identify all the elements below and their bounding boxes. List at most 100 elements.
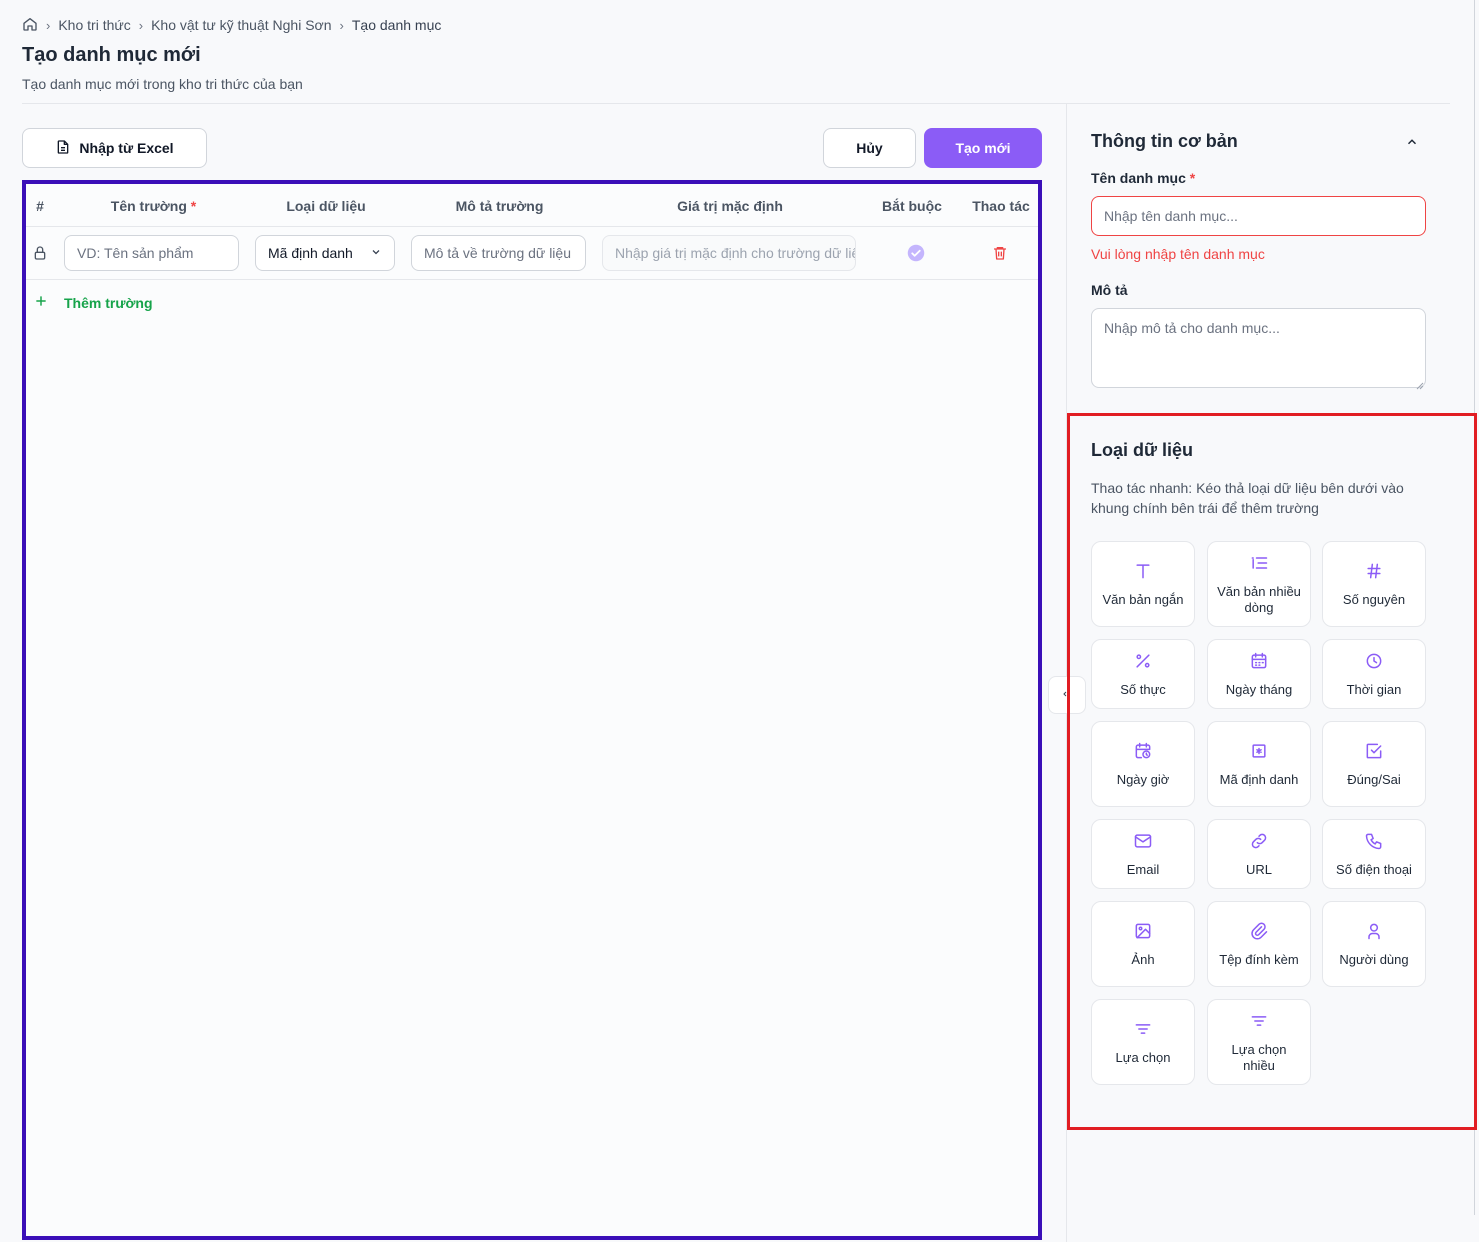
file-icon — [55, 139, 71, 158]
breadcrumb-item[interactable]: Kho vật tư kỹ thuật Nghi Sơn — [151, 17, 331, 33]
hash-icon — [1364, 561, 1384, 586]
type-card-label: Ngày tháng — [1225, 681, 1293, 697]
type-card-url[interactable]: URL — [1207, 819, 1311, 889]
field-type-select[interactable]: Mã định danh — [255, 235, 395, 271]
type-card-label: Lựa chọn nhiều — [1231, 1041, 1287, 1073]
clock-icon — [1364, 651, 1384, 676]
type-card-multi-select[interactable]: Lựa chọn nhiều — [1207, 999, 1311, 1085]
chevron-right-icon: › — [138, 17, 144, 33]
type-card-label: Văn bản nhiều dòng — [1217, 583, 1301, 615]
category-name-label: Tên danh mục * — [1091, 170, 1195, 186]
type-card-attachment[interactable]: Tệp đính kèm — [1207, 901, 1311, 987]
mail-icon — [1133, 831, 1153, 856]
paperclip-icon — [1249, 921, 1269, 946]
data-types-title: Loại dữ liệu — [1091, 440, 1194, 460]
type-card-label: Người dùng — [1339, 951, 1409, 967]
description-label: Mô tả — [1091, 282, 1128, 298]
calendar-icon — [1249, 651, 1269, 676]
data-types-hint: Thao tác nhanh: Kéo thả loại dữ liệu bên… — [1091, 480, 1404, 516]
type-card-decimal[interactable]: Số thực — [1091, 639, 1195, 709]
category-name-error: Vui lòng nhập tên danh mục — [1091, 246, 1265, 262]
calendar-clock-icon — [1133, 741, 1153, 766]
type-card-integer[interactable]: Số nguyên — [1322, 541, 1426, 627]
breadcrumb-item[interactable]: Kho tri thức — [58, 17, 130, 33]
type-card-label: Thời gian — [1346, 681, 1402, 697]
type-card-label: Đúng/Sai — [1347, 771, 1401, 787]
required-check-icon[interactable] — [907, 244, 925, 267]
type-card-label: URL — [1245, 861, 1272, 877]
breadcrumb-current: Tạo danh mục — [351, 17, 442, 33]
type-card-identifier[interactable]: Mã định danh — [1207, 721, 1311, 807]
col-name: Tên trường * — [66, 198, 241, 214]
required-asterisk: * — [1189, 170, 1196, 186]
col-type: Loại dữ liệu — [286, 198, 366, 214]
checkbox-icon — [1364, 741, 1384, 766]
filter-icon — [1133, 1019, 1153, 1044]
type-card-image[interactable]: Ảnh — [1091, 901, 1195, 987]
add-field-button[interactable]: Thêm trường — [34, 294, 153, 311]
required-asterisk: * — [190, 198, 197, 214]
type-card-label: Ngày giờ — [1116, 771, 1170, 787]
type-card-user[interactable]: Người dùng — [1322, 901, 1426, 987]
type-card-label: Tệp đính kèm — [1219, 951, 1299, 967]
trash-icon[interactable] — [992, 244, 1008, 267]
create-button[interactable]: Tạo mới — [924, 128, 1042, 168]
filter-multi-icon — [1249, 1011, 1269, 1036]
link-icon — [1249, 831, 1269, 856]
type-card-time[interactable]: Thời gian — [1322, 639, 1426, 709]
field-default-input: Nhập giá trị mặc định cho trường dữ liệu — [602, 235, 856, 271]
header-divider — [22, 103, 1450, 104]
resize-handle-icon[interactable] — [1416, 377, 1424, 395]
col-index: # — [36, 198, 44, 214]
image-icon — [1133, 921, 1153, 946]
type-card-long-text[interactable]: Văn bản nhiều dòng — [1207, 541, 1311, 627]
type-card-label: Ảnh — [1131, 951, 1155, 967]
add-field-label: Thêm trường — [64, 294, 153, 311]
type-card-date[interactable]: Ngày tháng — [1207, 639, 1311, 709]
category-name-label-text: Tên danh mục — [1091, 170, 1186, 186]
type-card-boolean[interactable]: Đúng/Sai — [1322, 721, 1426, 807]
phone-icon — [1364, 831, 1384, 856]
category-name-input[interactable]: Nhập tên danh mục... — [1091, 196, 1426, 236]
multiline-icon — [1249, 553, 1269, 578]
plus-icon — [34, 294, 48, 311]
chevron-up-icon[interactable] — [1404, 135, 1420, 154]
table-row: VD: Tên sản phẩm Mã định danh Mô tả về t… — [26, 227, 1038, 280]
type-card-label: Số điện thoại — [1336, 861, 1412, 877]
basic-info-title: Thông tin cơ bản — [1091, 131, 1238, 151]
field-name-input[interactable]: VD: Tên sản phẩm — [64, 235, 239, 271]
home-icon[interactable] — [22, 16, 38, 35]
col-default: Giá trị mặc định — [677, 198, 783, 214]
user-icon — [1364, 921, 1384, 946]
field-desc-input[interactable]: Mô tả về trường dữ liệu — [411, 235, 586, 271]
chevron-right-icon: › — [46, 17, 51, 33]
page-title: Tạo danh mục mới — [22, 44, 201, 66]
type-card-datetime[interactable]: Ngày giờ — [1091, 721, 1195, 807]
type-card-label: Mã định danh — [1219, 771, 1299, 787]
type-card-phone[interactable]: Số điện thoại — [1322, 819, 1426, 889]
description-textarea[interactable]: Nhập mô tả cho danh mục... — [1091, 308, 1426, 388]
type-card-select[interactable]: Lựa chọn — [1091, 999, 1195, 1085]
chevron-down-icon — [370, 245, 382, 261]
type-card-label: Số nguyên — [1342, 591, 1406, 607]
page-subtitle: Tạo danh mục mới trong kho tri thức của … — [22, 76, 303, 92]
fields-drop-zone[interactable]: # Tên trường * Loại dữ liệu Mô tả trường… — [22, 180, 1042, 1240]
col-actions: Thao tác — [972, 198, 1030, 214]
table-header: # Tên trường * Loại dữ liệu Mô tả trường… — [26, 184, 1038, 227]
import-excel-label: Nhập từ Excel — [79, 140, 174, 156]
col-name-label: Tên trường — [110, 198, 187, 214]
field-type-value: Mã định danh — [268, 245, 353, 261]
type-card-label: Số thực — [1120, 681, 1166, 697]
text-icon — [1133, 561, 1153, 586]
chevron-right-icon: › — [339, 17, 344, 33]
type-card-short-text[interactable]: Văn bản ngắn — [1091, 541, 1195, 627]
col-desc: Mô tả trường — [455, 198, 544, 214]
type-card-email[interactable]: Email — [1091, 819, 1195, 889]
id-icon — [1249, 741, 1269, 766]
lock-icon — [32, 245, 48, 266]
type-card-label: Văn bản ngắn — [1102, 591, 1184, 607]
type-card-label: Email — [1126, 861, 1160, 877]
import-excel-button[interactable]: Nhập từ Excel — [22, 128, 207, 168]
cancel-button[interactable]: Hủy — [823, 128, 916, 168]
percent-icon — [1133, 651, 1153, 676]
